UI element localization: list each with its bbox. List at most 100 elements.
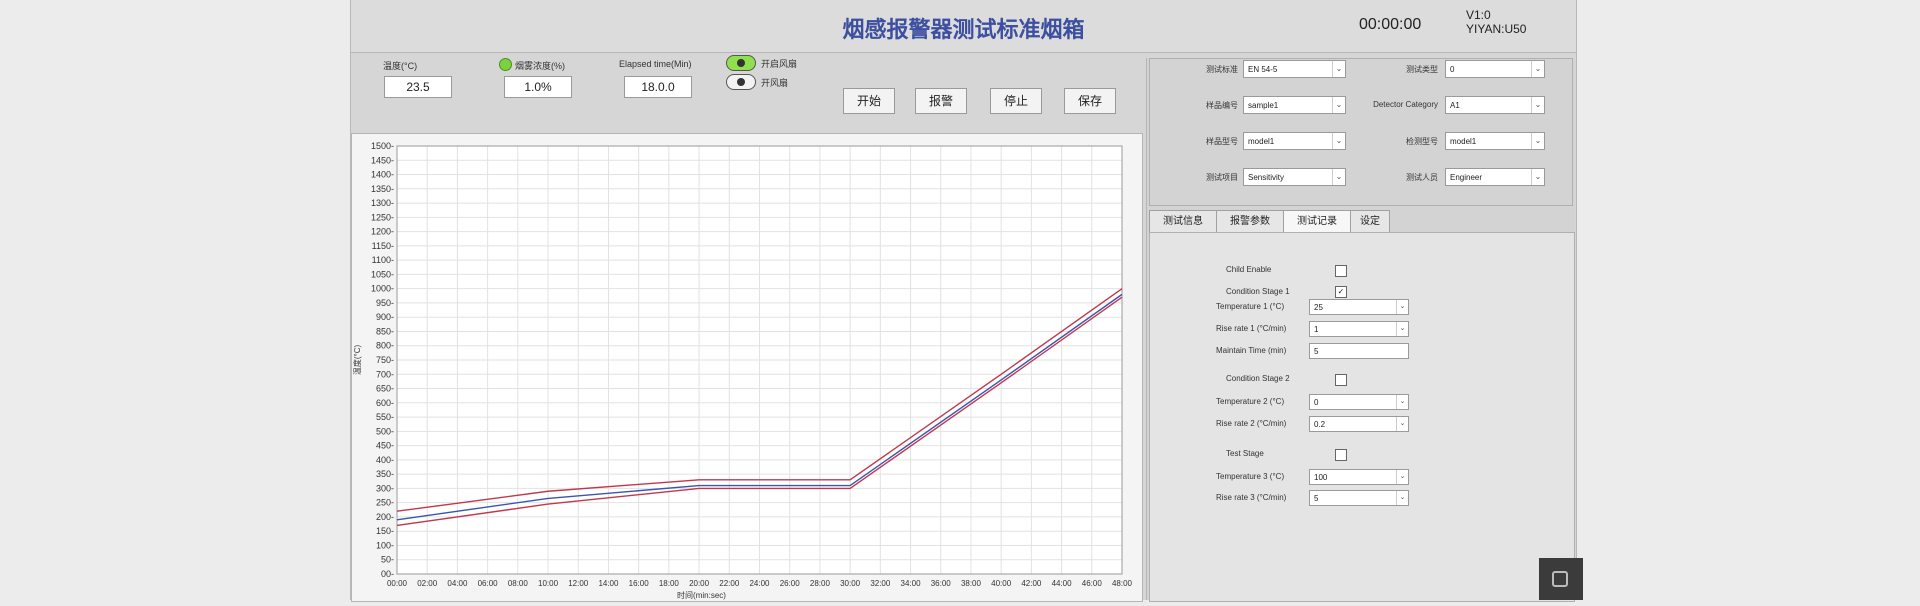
y-tick-label: 1100- (372, 255, 394, 265)
fan-toggle[interactable] (726, 74, 756, 90)
rise-rate1-input[interactable]: 1 ⌄ (1309, 321, 1409, 337)
app-window: 烟感报警器测试标准烟箱 00:00:00 V1:0 YIYAN:U50 温度(°… (350, 0, 1577, 602)
test-standard-select[interactable]: EN 54-5 ⌄ (1243, 60, 1346, 78)
maintain-time-input[interactable]: 5 (1309, 343, 1409, 359)
x-axis-label: 时间(min:sec) (677, 590, 726, 600)
version-label: V1:0 (1466, 8, 1491, 22)
y-tick-label: 100- (376, 540, 394, 550)
tester-select[interactable]: Engineer ⌄ (1445, 168, 1545, 186)
sample-model-label: 样品型号 (1206, 137, 1238, 146)
temperature3-input[interactable]: 100 ⌄ (1309, 469, 1409, 485)
sample-model-select[interactable]: model1 ⌄ (1243, 132, 1346, 150)
chevron-down-icon: ⌄ (1396, 395, 1408, 409)
settings-tab-body: Child Enable Condition Stage 1 ✓ Tempera… (1149, 232, 1575, 602)
x-tick-label: 48:00 (1112, 579, 1133, 588)
temperature-chart: 00- 50- 100- 150- 200- 250- 300- 350- 400- 450- 50… (352, 141, 1133, 600)
x-tick-label: 16:00 (629, 579, 650, 588)
y-tick-label: 650- (376, 384, 394, 394)
child-enable-checkbox[interactable] (1335, 265, 1347, 277)
version-info: V1:0 YIYAN:U50 (1466, 8, 1526, 36)
x-tick-label: 28:00 (810, 579, 831, 588)
x-tick-label: 06:00 (478, 579, 499, 588)
tab-test-records[interactable]: 测试记录 (1283, 210, 1351, 233)
x-tick-label: 00:00 (387, 579, 408, 588)
fan-on-label: 开启风扇 (761, 59, 798, 69)
x-tick-label: 40:00 (991, 579, 1012, 588)
test-stage-checkbox[interactable] (1335, 449, 1347, 461)
x-tick-label: 04:00 (447, 579, 468, 588)
tab-test-info[interactable]: 测试信息 (1149, 210, 1217, 233)
sample-number-label: 样品编号 (1206, 101, 1238, 110)
y-tick-label: 1250- (371, 212, 394, 222)
y-tick-label: 00- (381, 569, 394, 579)
chevron-down-icon: ⌄ (1332, 133, 1345, 149)
y-tick-label: 200- (376, 512, 394, 522)
tester-label: 测试人员 (1406, 173, 1438, 182)
rise-rate2-input[interactable]: 0.2 ⌄ (1309, 416, 1409, 432)
x-tick-label: 20:00 (689, 579, 710, 588)
stage1-checkbox[interactable]: ✓ (1335, 286, 1347, 298)
temperature1-label: Temperature 1 (°C) (1216, 302, 1285, 311)
y-tick-label: 1050- (371, 269, 394, 279)
stage2-checkbox[interactable] (1335, 374, 1347, 386)
y-tick-label: 750- (376, 355, 394, 365)
temperature-chart-panel: 00- 50- 100- 150- 200- 250- 300- 350- 400- 450- 50… (351, 133, 1143, 602)
y-tick-label: 550- (376, 412, 394, 422)
smoke-density-label: 烟雾浓度(%) (515, 61, 565, 71)
temperature2-input[interactable]: 0 ⌄ (1309, 394, 1409, 410)
chevron-down-icon: ⌄ (1396, 470, 1408, 484)
y-tick-label: 450- (376, 441, 394, 451)
sample-number-select[interactable]: sample1 ⌄ (1243, 96, 1346, 114)
rise-rate3-label: Rise rate 3 (°C/min) (1216, 493, 1287, 502)
x-tick-label: 42:00 (1021, 579, 1042, 588)
detector-category-select[interactable]: A1 ⌄ (1445, 96, 1545, 114)
y-tick-label: 900- (376, 312, 394, 322)
test-type-select[interactable]: 0 ⌄ (1445, 60, 1545, 78)
y-tick-label: 1400- (371, 170, 394, 180)
x-tick-label: 26:00 (780, 579, 801, 588)
x-tick-label: 18:00 (659, 579, 680, 588)
window-icon[interactable] (1539, 558, 1583, 600)
test-stage-label: Test Stage (1226, 449, 1264, 458)
y-tick-label: 500- (376, 426, 394, 436)
chevron-down-icon: ⌄ (1332, 61, 1345, 77)
model-label: YIYAN:U50 (1466, 22, 1527, 36)
fan-on-toggle[interactable] (726, 55, 756, 71)
child-enable-label: Child Enable (1226, 265, 1272, 274)
x-tick-label: 22:00 (719, 579, 740, 588)
test-type-label: 测试类型 (1406, 65, 1438, 74)
check-model-label: 检测型号 (1406, 137, 1438, 146)
tab-settings[interactable]: 设定 (1350, 210, 1390, 233)
x-tick-label: 46:00 (1082, 579, 1103, 588)
save-button[interactable]: 保存 (1064, 88, 1116, 114)
x-tick-label: 44:00 (1052, 579, 1073, 588)
test-item-select[interactable]: Sensitivity ⌄ (1243, 168, 1346, 186)
test-standard-label: 测试标准 (1206, 65, 1238, 74)
stop-button[interactable]: 停止 (990, 88, 1042, 114)
y-tick-label: 300- (376, 483, 394, 493)
chevron-down-icon: ⌄ (1396, 417, 1408, 431)
y-tick-label: 1200- (371, 227, 394, 237)
check-model-select[interactable]: model1 ⌄ (1445, 132, 1545, 150)
alarm-button[interactable]: 报警 (915, 88, 967, 114)
temperature3-label: Temperature 3 (°C) (1216, 472, 1285, 481)
elapsed-time-label: Elapsed time(Min) (619, 59, 692, 69)
x-tick-label: 10:00 (538, 579, 559, 588)
right-panel: 测试标准 EN 54-5 ⌄ 测试类型 0 ⌄ 样品编号 sample1 ⌄ Dete… (1146, 58, 1575, 602)
x-tick-label: 34:00 (901, 579, 922, 588)
chevron-down-icon: ⌄ (1332, 97, 1345, 113)
chevron-down-icon: ⌄ (1531, 133, 1544, 149)
y-tick-label: 800- (376, 341, 394, 351)
test-parameter-grid: 测试标准 EN 54-5 ⌄ 测试类型 0 ⌄ 样品编号 sample1 ⌄ Dete… (1149, 58, 1573, 206)
temperature1-input[interactable]: 25 ⌄ (1309, 299, 1409, 315)
maintain-time-label: Maintain Time (min) (1216, 346, 1287, 355)
y-tick-label: 1500- (371, 141, 394, 151)
stage2-label: Condition Stage 2 (1226, 374, 1290, 383)
y-tick-label: 400- (376, 455, 394, 465)
rise-rate3-input[interactable]: 5 ⌄ (1309, 490, 1409, 506)
tab-alarm-params[interactable]: 报警参数 (1216, 210, 1284, 233)
start-button[interactable]: 开始 (843, 88, 895, 114)
smoke-density-value: 1.0% (504, 76, 572, 98)
detector-category-label: Detector Category (1373, 100, 1438, 109)
chevron-down-icon: ⌄ (1531, 97, 1544, 113)
